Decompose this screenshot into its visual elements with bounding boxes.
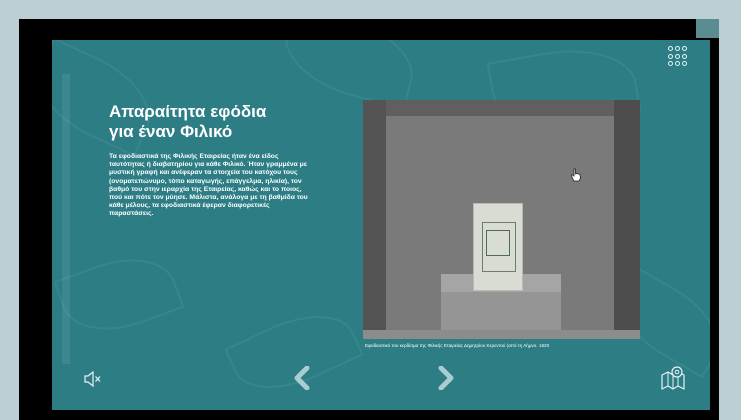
display-floor: [363, 330, 640, 339]
leaf-pattern: [53, 242, 185, 347]
photo-caption: Εφοδιαστικό του κερδίσμα της Φιλικής Ετα…: [365, 343, 550, 348]
corner-strip: [696, 19, 719, 38]
chevron-left-icon[interactable]: [292, 365, 312, 391]
leaf-pattern: [224, 296, 364, 408]
pedestal-front: [441, 292, 561, 330]
display-right-wall: [614, 100, 640, 339]
membership-certificate: [473, 203, 523, 291]
certificate-cross: [486, 230, 510, 256]
map-pin-icon[interactable]: [660, 365, 686, 391]
title-line-1: Απαραίτητα εφόδια: [109, 102, 267, 121]
exhibit-photo: [363, 100, 640, 339]
description-text: Τα εφοδιαστικά της Φιλικής Εταιρείας ήτα…: [109, 153, 308, 218]
grid-menu-icon[interactable]: [668, 46, 688, 68]
title-line-2: για έναν Φιλικό: [109, 122, 233, 141]
speaker-muted-icon[interactable]: [83, 369, 103, 389]
display-left-wall: [363, 100, 386, 339]
hand-cursor-icon: [570, 168, 582, 185]
left-accent-bar: [62, 74, 70, 364]
chevron-right-icon[interactable]: [436, 365, 456, 391]
page-title: Απαραίτητα εφόδια για έναν Φιλικό: [109, 102, 309, 142]
